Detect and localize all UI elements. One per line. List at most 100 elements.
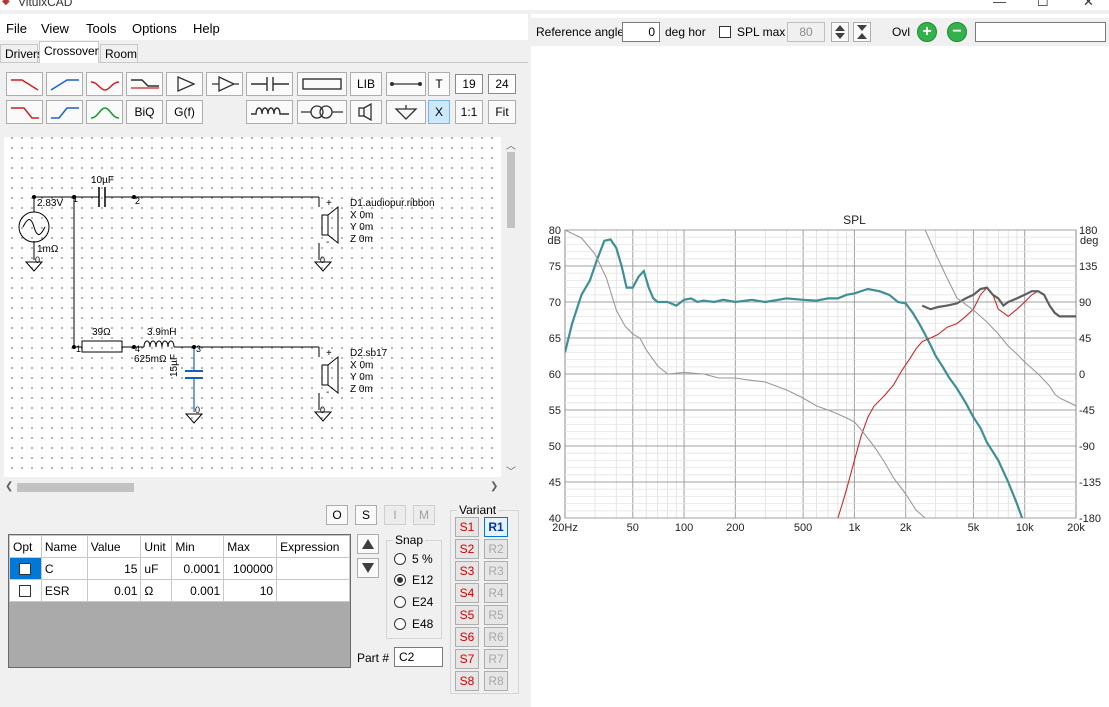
grid-size-b-field[interactable]: 24 [488,74,516,94]
schematic-canvas[interactable]: 2.83V 1mΩ 0 10µF 1 2 + - 0 D1.audiopur.r… [4,137,501,477]
part-number-field[interactable]: C2 [394,647,443,667]
variant-r5-button[interactable]: R5 [484,605,508,625]
snap-e12-radio[interactable] [394,574,406,586]
snap-e48-label[interactable]: E48 [412,617,433,631]
opt-checkbox[interactable] [19,563,32,576]
variant-r4-button[interactable]: R4 [484,583,508,603]
variant-s4-button[interactable]: S4 [455,583,479,603]
variant-s5-button[interactable]: S5 [455,605,479,625]
param-max[interactable]: 100000 [223,557,278,580]
variant-s7-button[interactable]: S7 [455,649,479,669]
spl-spin-button[interactable] [831,22,849,42]
gain-button[interactable] [206,72,243,96]
param-name[interactable]: C [40,557,88,580]
move-down-button[interactable] [357,558,379,578]
table-row[interactable]: C 15 uF 0.0001 100000 [9,557,350,580]
param-max[interactable]: 10 [223,579,278,602]
variant-s2-button[interactable]: S2 [455,539,479,559]
snap-5pct-radio[interactable] [394,553,406,565]
inductor-button[interactable] [246,100,293,124]
snap-e24-label[interactable]: E24 [412,595,433,609]
wire-button[interactable] [386,72,426,96]
param-min[interactable]: 0.0001 [171,557,225,580]
snap-e48-radio[interactable] [394,618,406,630]
driver-button[interactable] [350,100,382,124]
variant-r3-button[interactable]: R3 [484,561,508,581]
spl-max-input[interactable]: 80 [787,22,825,42]
spl-reset-button[interactable] [853,22,871,42]
s-button[interactable]: S [355,505,377,525]
opt-checkbox[interactable] [19,585,32,598]
variant-r6-button[interactable]: R6 [484,627,508,647]
spl-max-checkbox[interactable] [719,26,731,38]
text-button[interactable]: T [428,72,450,96]
menu-help[interactable]: Help [193,21,220,36]
horizontal-scroll-thumb[interactable] [17,483,134,492]
transfer-function-button[interactable]: G(f) [166,100,203,124]
plus-icon[interactable]: + [917,22,937,42]
zoom-1-1-button[interactable]: 1:1 [455,100,483,124]
menu-view[interactable]: View [41,21,69,36]
opt-checkbox-cell[interactable] [9,579,42,602]
param-value[interactable]: 15 [86,557,142,580]
m-button[interactable]: M [413,505,435,525]
minimize-button[interactable]: — [993,0,1006,9]
bandpass-button[interactable] [86,100,123,124]
tab-drivers[interactable]: Drivers [0,44,43,63]
close-button[interactable]: ✕ [1083,0,1094,10]
transformer-button[interactable] [297,100,347,124]
variant-s8-button[interactable]: S8 [455,671,479,691]
inductor-icon [250,107,289,115]
scroll-down-icon[interactable]: ﹀ [506,463,516,478]
snap-e12-label[interactable]: E12 [412,573,433,587]
variant-r8-button[interactable]: R8 [484,671,508,691]
reference-angle-input[interactable]: 0 [622,22,660,42]
scroll-left-icon[interactable]: ❮ [5,481,13,492]
minus-icon[interactable]: − [947,22,967,42]
lib-button[interactable]: LIB [350,72,382,96]
maximize-button[interactable]: ☐ [1037,0,1049,10]
x-toggle-button[interactable]: X [428,100,450,124]
snap-e24-radio[interactable] [394,596,406,608]
bandstop-button[interactable] [86,72,123,96]
menu-file[interactable]: File [6,21,27,36]
variant-r2-button[interactable]: R2 [484,539,508,559]
o-button[interactable]: O [326,505,348,525]
param-value[interactable]: 0.01 [86,579,142,602]
highpass-2nd-button[interactable] [46,100,83,124]
variant-s3-button[interactable]: S3 [455,561,479,581]
ground-button[interactable] [386,100,426,124]
overlay-name-input[interactable] [975,22,1106,42]
grid-size-a-field[interactable]: 19 [455,74,483,94]
spl-max-label: SPL max [737,25,786,39]
vertical-scroll-thumb[interactable] [507,152,515,228]
scroll-right-icon[interactable]: ❯ [490,481,498,492]
resistor-button[interactable] [297,72,347,96]
tab-room[interactable]: Room [100,44,138,63]
lowpass-2nd-button[interactable] [6,100,43,124]
move-up-button[interactable] [357,534,379,554]
param-expression[interactable] [276,579,350,602]
fit-button[interactable]: Fit [488,100,516,124]
shelf-button[interactable] [126,72,163,96]
opt-checkbox-cell[interactable] [9,557,42,580]
scroll-up-icon[interactable]: ︿ [506,137,516,152]
variant-s1-button[interactable]: S1 [455,517,479,537]
buffer-button[interactable] [166,72,203,96]
i-button[interactable]: I [384,505,406,525]
variant-s6-button[interactable]: S6 [455,627,479,647]
biquad-button[interactable]: BiQ [126,100,163,124]
snap-5pct-label[interactable]: 5 % [412,552,433,566]
table-row[interactable]: ESR 0.01 Ω 0.001 10 [9,579,350,602]
highpass-1st-button[interactable] [46,72,83,96]
param-min[interactable]: 0.001 [171,579,225,602]
menu-tools[interactable]: Tools [86,21,116,36]
param-expression[interactable] [276,557,350,580]
tab-crossover[interactable]: Crossover [39,41,99,63]
lowpass-1st-button[interactable] [6,72,43,96]
variant-r1-button[interactable]: R1 [484,517,508,537]
menu-options[interactable]: Options [132,21,177,36]
capacitor-button[interactable] [246,72,293,96]
param-name[interactable]: ESR [40,579,88,602]
variant-r7-button[interactable]: R7 [484,649,508,669]
